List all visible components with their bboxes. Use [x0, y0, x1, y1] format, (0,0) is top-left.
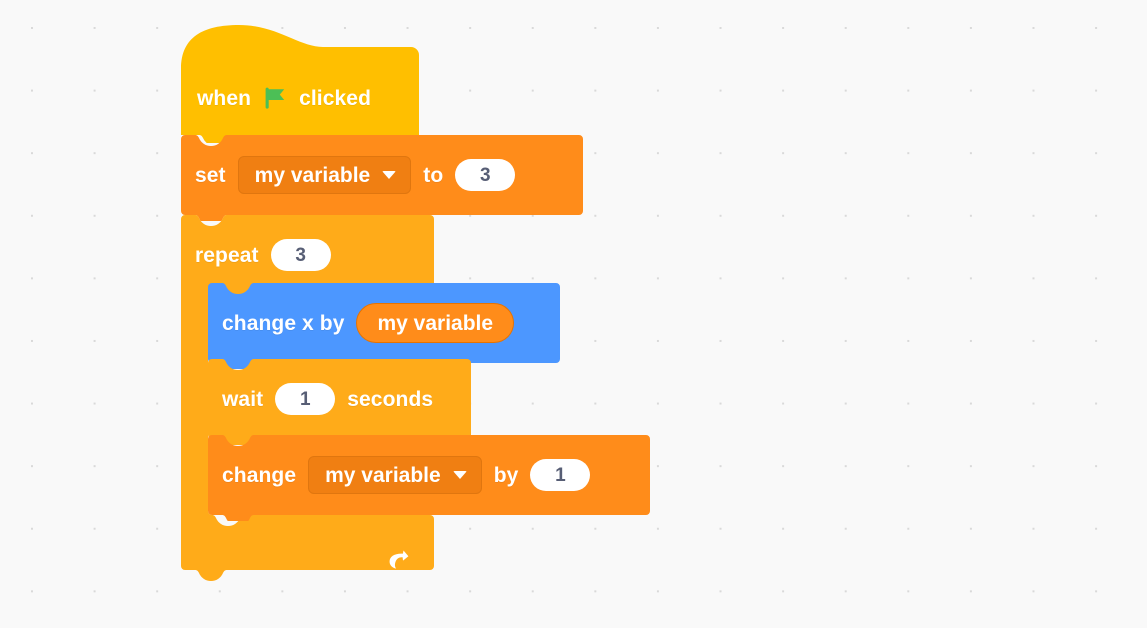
wait-label: wait [222, 387, 264, 411]
variable-dropdown-set-value: my variable [254, 163, 371, 187]
block-wait-seconds[interactable]: wait 1 seconds [208, 359, 471, 445]
to-label: to [423, 163, 444, 187]
repeat-times-input[interactable]: 3 [270, 239, 331, 271]
block-set-variable-to[interactable]: set my variable to 3 [181, 135, 585, 221]
repeat-block-content: repeat 3 [195, 231, 331, 279]
set-block-content: set my variable to 3 [195, 151, 516, 199]
change-x-block-content: change x by my variable [222, 299, 515, 347]
when-label: when [197, 86, 252, 110]
block-workspace[interactable]: when clicked set my variable to 3 repeat… [0, 0, 1147, 628]
clicked-label: clicked [299, 86, 371, 110]
change-label: change [222, 463, 297, 487]
block-change-x-by[interactable]: change x by my variable [208, 283, 560, 369]
loop-arrow-icon [389, 550, 409, 569]
variable-dropdown-change-value: my variable [325, 463, 441, 487]
set-label: set [195, 163, 226, 187]
hat-block-content: when clicked [197, 83, 371, 113]
change-x-by-label: change x by [222, 311, 345, 335]
wait-block-content: wait 1 seconds [222, 375, 433, 423]
variable-reporter-my-variable[interactable]: my variable [356, 303, 515, 343]
variable-dropdown-set[interactable]: my variable [237, 156, 412, 194]
green-flag-icon [265, 87, 285, 109]
chevron-down-icon [382, 171, 397, 179]
block-change-variable-by[interactable]: change my variable by 1 [208, 435, 650, 521]
by-label: by [493, 463, 519, 487]
repeat-label: repeat [195, 243, 259, 267]
block-when-flag-clicked[interactable]: when clicked [181, 25, 419, 143]
set-value-input[interactable]: 3 [455, 159, 516, 191]
change-variable-block-content: change my variable by 1 [222, 451, 591, 499]
seconds-label: seconds [347, 387, 434, 411]
change-variable-value-input[interactable]: 1 [530, 459, 591, 491]
chevron-down-icon [452, 471, 467, 479]
wait-seconds-input[interactable]: 1 [275, 383, 336, 415]
variable-dropdown-change[interactable]: my variable [308, 456, 482, 494]
